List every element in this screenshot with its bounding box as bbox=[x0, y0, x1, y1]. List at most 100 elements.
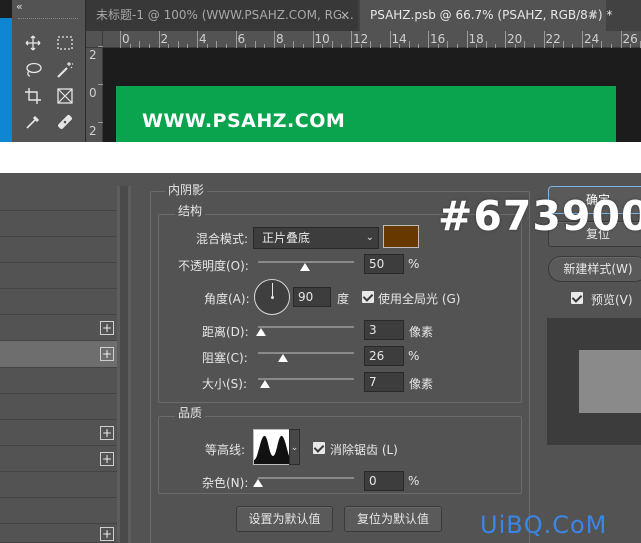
reset-default-button[interactable]: 复位为默认值 bbox=[344, 506, 442, 532]
blend-mode-value: 正片叠底 bbox=[262, 231, 311, 245]
choke-slider-thumb[interactable] bbox=[278, 354, 288, 362]
size-slider[interactable] bbox=[258, 378, 354, 380]
section-title: 内阴影 bbox=[165, 183, 208, 197]
styles-scrollbar[interactable] bbox=[117, 186, 131, 543]
noise-unit: % bbox=[408, 474, 420, 488]
add-style-icon[interactable]: + bbox=[100, 527, 114, 541]
ruler-minor-tick bbox=[447, 41, 449, 48]
noise-input[interactable]: 0 bbox=[364, 471, 404, 491]
add-style-icon[interactable]: + bbox=[100, 321, 114, 335]
preview-label: 预览(V) bbox=[591, 293, 633, 307]
blend-mode-select[interactable]: 正片叠底 ⌄ bbox=[253, 227, 379, 249]
choke-slider[interactable] bbox=[258, 352, 354, 354]
ruler-tick bbox=[98, 46, 103, 47]
list-item[interactable] bbox=[0, 368, 117, 394]
close-icon[interactable]: × bbox=[588, 0, 598, 31]
ruler-tick bbox=[312, 31, 314, 48]
angle-unit: 度 bbox=[337, 292, 350, 306]
list-item[interactable]: + bbox=[0, 315, 117, 341]
move-tool-icon[interactable] bbox=[22, 32, 44, 54]
style-preview-thumbnail bbox=[579, 350, 641, 413]
list-item[interactable]: + bbox=[0, 446, 117, 472]
frame-tool-icon[interactable] bbox=[54, 85, 76, 107]
crop-tool-icon[interactable] bbox=[22, 85, 44, 107]
list-item[interactable] bbox=[0, 211, 117, 237]
left-accent-bar bbox=[0, 18, 12, 142]
ruler-minor-tick bbox=[524, 41, 526, 48]
ruler-tick bbox=[158, 31, 160, 48]
magic-wand-tool-icon[interactable] bbox=[54, 59, 76, 81]
make-default-button[interactable]: 设置为默认值 bbox=[236, 506, 333, 532]
list-item[interactable] bbox=[0, 289, 117, 315]
size-slider-thumb[interactable] bbox=[260, 380, 270, 388]
angle-label: 角度(A): bbox=[204, 292, 250, 306]
global-light-label: 使用全局光 (G) bbox=[378, 292, 461, 306]
list-item[interactable] bbox=[0, 472, 117, 498]
angle-dial[interactable] bbox=[254, 279, 290, 315]
choke-label: 阻塞(C): bbox=[202, 351, 248, 365]
collapse-toolbar-icon[interactable]: « bbox=[16, 0, 23, 14]
noise-slider-thumb[interactable] bbox=[253, 479, 263, 487]
shadow-color-swatch[interactable] bbox=[383, 225, 419, 248]
list-item[interactable] bbox=[0, 237, 117, 263]
close-icon[interactable]: × bbox=[340, 0, 350, 31]
ruler-tick bbox=[351, 31, 352, 48]
contour-dropdown[interactable]: ⌄ bbox=[289, 429, 300, 465]
list-item[interactable]: + bbox=[0, 524, 117, 543]
ruler-number: 2 bbox=[89, 124, 97, 138]
list-item[interactable] bbox=[0, 185, 117, 211]
global-light-checkbox[interactable] bbox=[362, 291, 374, 303]
add-style-icon[interactable]: + bbox=[100, 452, 114, 466]
add-style-icon[interactable]: + bbox=[100, 347, 114, 361]
list-item[interactable] bbox=[0, 498, 117, 524]
ruler-number: 0 bbox=[89, 86, 97, 100]
choke-input[interactable]: 26 bbox=[364, 346, 404, 366]
ruler-tick bbox=[620, 31, 622, 48]
add-style-icon[interactable]: + bbox=[100, 426, 114, 440]
ruler-minor-tick bbox=[562, 41, 564, 48]
new-style-button[interactable]: 新建样式(W) bbox=[548, 256, 641, 282]
list-item[interactable] bbox=[0, 394, 117, 420]
tab-untitled-1-label: 未标题-1 @ 100% (WWW.PSAHZ.COM, RG... bbox=[96, 8, 354, 22]
ruler-minor-tick bbox=[254, 41, 256, 48]
tab-untitled-1[interactable]: 未标题-1 @ 100% (WWW.PSAHZ.COM, RG... × bbox=[86, 0, 358, 31]
ruler-number: 6 bbox=[237, 32, 246, 46]
eyedropper-tool-icon[interactable] bbox=[22, 111, 44, 133]
opacity-input[interactable]: 50 bbox=[364, 254, 404, 274]
watermark-text: UiBQ.CoM bbox=[480, 511, 608, 539]
preview-checkbox[interactable] bbox=[571, 292, 583, 304]
ruler-minor-tick bbox=[331, 41, 333, 48]
blend-mode-label: 混合模式: bbox=[196, 232, 249, 246]
ruler-tick bbox=[197, 31, 198, 48]
photoshop-workspace: « 未标题-1 @ 100% (WWW.PSAHZ.COM, RG... × P… bbox=[0, 0, 641, 142]
ruler-minor-tick bbox=[485, 41, 487, 48]
angle-input[interactable]: 90 bbox=[293, 287, 331, 307]
toolbar-grip[interactable] bbox=[18, 18, 78, 20]
scrollbar-track[interactable] bbox=[120, 186, 128, 543]
ruler-tick bbox=[543, 31, 545, 48]
opacity-slider-thumb[interactable] bbox=[300, 263, 310, 271]
ruler-minor-tick bbox=[293, 41, 295, 48]
size-label: 大小(S): bbox=[202, 377, 248, 391]
list-item[interactable]: + bbox=[0, 420, 117, 446]
noise-slider[interactable] bbox=[258, 477, 354, 479]
ruler-minor-tick bbox=[216, 41, 218, 48]
opacity-label: 不透明度(O): bbox=[178, 259, 249, 273]
distance-slider-thumb[interactable] bbox=[256, 328, 266, 336]
angle-dial-center bbox=[271, 296, 274, 299]
chevron-down-icon: ⌄ bbox=[365, 232, 374, 243]
structure-title: 结构 bbox=[175, 204, 206, 218]
list-item-selected[interactable]: + bbox=[0, 341, 117, 368]
contour-picker[interactable] bbox=[253, 429, 293, 465]
tab-psahz-psb[interactable]: PSAHZ.psb @ 66.7% (PSAHZ, RGB/8#) * × bbox=[360, 0, 612, 31]
list-item[interactable] bbox=[0, 263, 117, 289]
size-input[interactable]: 7 bbox=[364, 372, 404, 392]
distance-slider[interactable] bbox=[258, 326, 354, 328]
marquee-tool-icon[interactable] bbox=[54, 32, 76, 54]
lasso-tool-icon[interactable] bbox=[22, 59, 44, 81]
healing-brush-tool-icon[interactable] bbox=[54, 111, 76, 133]
ruler-number: 4 bbox=[199, 32, 207, 46]
distance-input[interactable]: 3 bbox=[364, 320, 404, 340]
antialias-checkbox[interactable] bbox=[313, 442, 325, 454]
distance-unit: 像素 bbox=[409, 325, 434, 339]
